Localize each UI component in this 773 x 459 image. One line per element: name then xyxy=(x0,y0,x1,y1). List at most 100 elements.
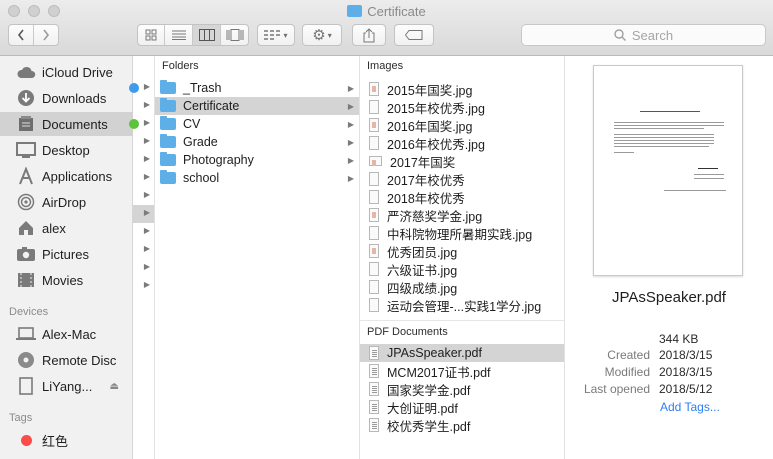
sidebar-item-downloads[interactable]: Downloads xyxy=(0,86,133,110)
file-row[interactable]: 优秀团员.jpg xyxy=(360,242,564,260)
file-row[interactable]: 大创证明.pdf xyxy=(360,398,564,416)
parent-row[interactable]: ▶ xyxy=(133,133,154,151)
file-row-selected[interactable]: JPAsSpeaker.pdf xyxy=(360,344,564,362)
file-row[interactable]: 国家奖学金.pdf xyxy=(360,380,564,398)
sidebar-item-movies[interactable]: Movies xyxy=(0,268,133,292)
parent-row-selected[interactable]: ▶ xyxy=(133,205,154,223)
icon-view-button[interactable] xyxy=(137,25,165,45)
folder-row-selected[interactable]: Certificate ▶ xyxy=(155,97,359,115)
image-file-icon xyxy=(369,208,379,222)
file-row[interactable]: 2017年国奖 xyxy=(360,152,564,170)
sidebar-item-alex-mac[interactable]: Alex-Mac xyxy=(0,322,133,346)
view-mode-control xyxy=(137,24,249,46)
image-file-icon xyxy=(369,136,379,150)
file-row[interactable]: 严济慈奖学金.jpg xyxy=(360,206,564,224)
add-tags-link[interactable]: Add Tags... xyxy=(660,400,720,414)
chevron-right-icon: ▶ xyxy=(143,172,150,181)
edit-tags-button[interactable] xyxy=(394,24,434,46)
sidebar-item-airdrop[interactable]: AirDrop xyxy=(0,190,133,214)
folder-icon xyxy=(160,98,176,112)
folder-row[interactable]: Photography ▶ xyxy=(155,151,359,169)
list-view-button[interactable] xyxy=(165,25,193,45)
file-row[interactable]: 2015年校优秀.jpg xyxy=(360,98,564,116)
chevron-right-icon: ▶ xyxy=(347,101,354,111)
documents-icon xyxy=(16,115,36,133)
file-row[interactable]: 2017年校优秀 xyxy=(360,170,564,188)
sidebar-item-pictures[interactable]: Pictures xyxy=(0,242,133,266)
parent-row[interactable]: ▶ xyxy=(133,97,154,115)
folder-row[interactable]: school ▶ xyxy=(155,169,359,187)
file-row[interactable]: 四级成绩.jpg xyxy=(360,278,564,296)
drive-icon xyxy=(16,377,36,395)
chevron-right-icon: ▶ xyxy=(143,100,150,109)
eject-icon[interactable]: ⏏ xyxy=(110,381,119,392)
pdf-file-icon xyxy=(369,400,379,414)
sidebar-item-icloud-drive[interactable]: iCloud Drive xyxy=(0,60,133,84)
file-row[interactable]: MCM2017证书.pdf xyxy=(360,362,564,380)
image-file-icon xyxy=(369,156,382,166)
file-row[interactable]: 2015年国奖.jpg xyxy=(360,80,564,98)
share-icon xyxy=(363,27,375,42)
file-row[interactable]: 六级证书.jpg xyxy=(360,260,564,278)
blue-tag-dot xyxy=(129,83,139,93)
folder-row[interactable]: CV ▶ xyxy=(155,115,359,133)
desktop-icon xyxy=(16,141,36,159)
image-file-icon xyxy=(369,118,379,132)
parent-row[interactable]: ▶ xyxy=(133,169,154,187)
preview-size: 344 KB xyxy=(659,332,699,346)
chevron-right-icon: ▶ xyxy=(143,118,150,127)
group-icon xyxy=(264,30,281,40)
file-row[interactable]: 校优秀学生.pdf xyxy=(360,416,564,434)
folder-row[interactable]: Grade ▶ xyxy=(155,133,359,151)
back-button[interactable] xyxy=(9,25,34,45)
parent-row[interactable]: ▶ xyxy=(133,241,154,259)
parent-row[interactable]: ▶ xyxy=(133,151,154,169)
image-file-icon xyxy=(369,82,379,96)
document-thumbnail[interactable] xyxy=(593,65,743,276)
parent-row[interactable]: ▶ xyxy=(129,115,154,133)
search-field[interactable]: Search xyxy=(521,24,766,46)
file-row[interactable]: 2016年校优秀.jpg xyxy=(360,134,564,152)
green-tag-dot xyxy=(129,119,139,129)
chevron-right-icon: ▶ xyxy=(143,280,150,289)
group-by-button[interactable]: ▾ xyxy=(257,24,295,46)
gear-icon: ⚙ xyxy=(312,27,326,44)
applications-icon xyxy=(16,167,36,185)
gallery-view-button[interactable] xyxy=(221,25,249,45)
parent-row[interactable]: ▶ xyxy=(133,277,154,295)
file-row[interactable]: 2018年校优秀 xyxy=(360,188,564,206)
file-row[interactable]: 2016年国奖.jpg xyxy=(360,116,564,134)
back-forward-control xyxy=(8,24,59,46)
pictures-icon xyxy=(16,245,36,263)
parent-row[interactable]: ▶ xyxy=(133,223,154,241)
sidebar-item-documents[interactable]: Documents xyxy=(0,112,133,136)
column-view-button[interactable] xyxy=(193,25,221,45)
sidebar-item-alex[interactable]: alex xyxy=(0,216,133,240)
parent-row[interactable]: ▶ xyxy=(133,259,154,277)
action-menu-button[interactable]: ⚙ ▾ xyxy=(302,24,342,46)
pdf-file-icon xyxy=(369,418,379,432)
sidebar-item-applications[interactable]: Applications xyxy=(0,164,133,188)
share-button[interactable] xyxy=(352,24,386,46)
sidebar-item-remote-disc[interactable]: Remote Disc xyxy=(0,348,133,372)
chevron-right-icon: ▶ xyxy=(347,83,354,93)
sidebar-item-desktop[interactable]: Desktop xyxy=(0,138,133,162)
pdf-file-icon xyxy=(369,382,379,396)
folders-column-header: Folders xyxy=(162,60,199,72)
chevron-right-icon: ▶ xyxy=(143,82,150,91)
home-icon xyxy=(16,219,36,237)
folder-icon xyxy=(160,80,176,94)
forward-button[interactable] xyxy=(34,25,59,45)
folder-icon xyxy=(160,116,176,130)
chevron-right-icon: ▶ xyxy=(143,262,150,271)
parent-row[interactable]: ▶ xyxy=(133,187,154,205)
parent-row[interactable]: ▶ xyxy=(129,79,154,97)
sidebar-item-liyang-drive[interactable]: LiYang... ⏏ xyxy=(0,374,133,398)
sidebar-item-tag-red[interactable]: 红色 xyxy=(0,428,133,452)
images-section-header: Images xyxy=(367,60,404,72)
file-row[interactable]: 中科院物理所暑期实践.jpg xyxy=(360,224,564,242)
file-row[interactable]: 运动会管理-...实践1学分.jpg xyxy=(360,296,564,314)
folder-row[interactable]: _Trash ▶ xyxy=(155,79,359,97)
image-file-icon xyxy=(369,226,379,240)
files-column: Images 2015年国奖.jpg 2015年校优秀.jpg 2016年国奖.… xyxy=(360,56,565,459)
